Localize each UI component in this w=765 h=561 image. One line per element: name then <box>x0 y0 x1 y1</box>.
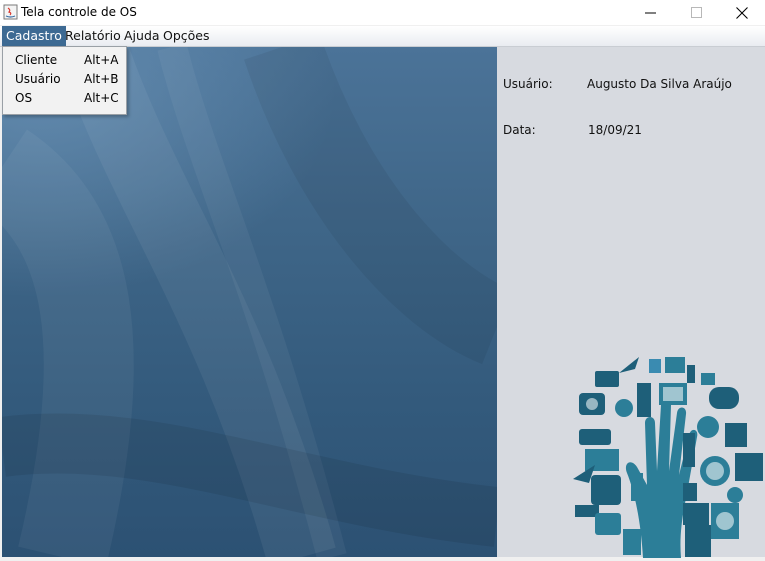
menu-item-os[interactable]: OS Alt+C <box>3 89 126 108</box>
menu-item-shortcut: Alt+A <box>84 53 119 67</box>
java-app-icon <box>3 4 18 20</box>
minimize-button[interactable] <box>627 0 673 25</box>
menu-item-label: OS <box>15 91 33 105</box>
menu-relatorio[interactable]: Relatório <box>61 26 125 46</box>
user-value: Augusto Da Silva Araújo <box>587 77 732 91</box>
maximize-icon <box>690 7 702 18</box>
window-title: Tela controle de OS <box>21 5 137 19</box>
menu-item-usuario[interactable]: Usuário Alt+B <box>3 70 126 89</box>
close-icon <box>736 6 748 19</box>
maximize-button[interactable] <box>673 0 719 25</box>
menu-ajuda[interactable]: Ajuda <box>120 26 164 46</box>
menu-opcoes[interactable]: Opções <box>159 26 214 46</box>
menu-bar: Cadastro Relatório Ajuda Opções <box>0 26 765 47</box>
cadastro-dropdown: Cliente Alt+A Usuário Alt+B OS Alt+C <box>2 46 127 115</box>
minimize-icon <box>644 12 656 14</box>
desktop-wallpaper <box>2 47 497 557</box>
menu-item-shortcut: Alt+B <box>84 72 119 86</box>
desktop-pane[interactable] <box>2 47 497 557</box>
date-value: 18/09/21 <box>588 123 642 137</box>
user-label: Usuário: <box>503 77 553 91</box>
menu-cadastro[interactable]: Cadastro <box>2 26 66 46</box>
menu-item-label: Cliente <box>15 53 58 67</box>
menu-item-shortcut: Alt+C <box>84 91 119 105</box>
title-bar: Tela controle de OS <box>0 0 765 25</box>
technology-hand-icon <box>573 357 763 558</box>
date-label: Data: <box>503 123 536 137</box>
menu-item-cliente[interactable]: Cliente Alt+A <box>3 51 126 70</box>
menu-item-label: Usuário <box>15 72 61 86</box>
close-button[interactable] <box>719 0 765 25</box>
